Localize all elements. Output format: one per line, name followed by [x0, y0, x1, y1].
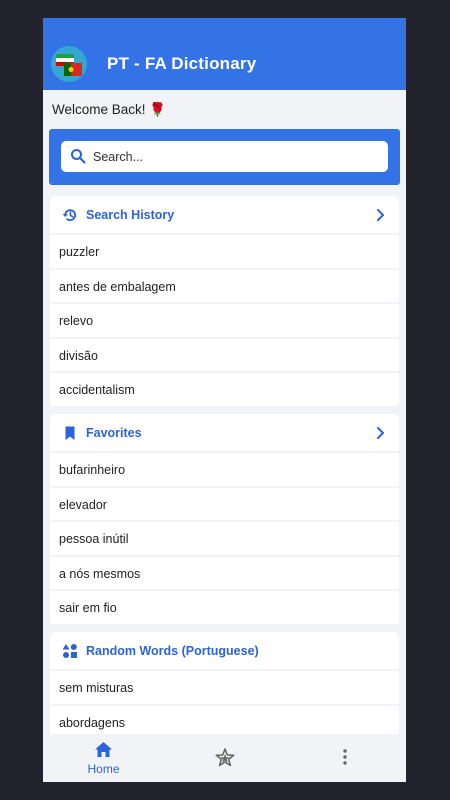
bottom-navigation: Home — [43, 734, 406, 782]
history-item[interactable]: divisão — [50, 338, 399, 371]
history-item[interactable]: puzzler — [50, 235, 399, 268]
chevron-right-icon[interactable] — [375, 426, 385, 440]
favorite-item[interactable]: a nós mesmos — [50, 556, 399, 589]
history-item[interactable]: antes de embalagem — [50, 269, 399, 302]
random-words-card: Random Words (Portuguese) sem misturas a… — [50, 632, 399, 740]
search-box[interactable] — [61, 141, 388, 172]
favorites-header[interactable]: Favorites — [50, 414, 399, 451]
chevron-right-icon[interactable] — [375, 208, 385, 222]
history-icon — [62, 209, 77, 222]
welcome-message: Welcome Back! 🌹 — [52, 102, 167, 117]
search-input[interactable] — [91, 145, 375, 169]
nav-home[interactable]: Home — [43, 734, 164, 782]
favorite-item[interactable]: sair em fio — [50, 591, 399, 624]
favorite-item[interactable]: elevador — [50, 487, 399, 520]
search-history-card: Search History puzzler antes de embalage… — [50, 196, 399, 408]
history-item[interactable]: accidentalism — [50, 373, 399, 406]
app-bar: PT - FA Dictionary — [43, 18, 406, 90]
nav-favorites[interactable] — [164, 734, 285, 782]
history-item[interactable]: relevo — [50, 304, 399, 337]
search-history-header[interactable]: Search History — [50, 196, 399, 233]
nav-more[interactable] — [285, 734, 406, 782]
app-screen: PT - FA Dictionary Welcome Back! 🌹 Searc… — [43, 18, 406, 782]
app-title: PT - FA Dictionary — [107, 54, 257, 73]
favorite-item[interactable]: bufarinheiro — [50, 453, 399, 486]
search-panel — [49, 129, 400, 185]
random-words-title: Random Words (Portuguese) — [86, 644, 259, 658]
app-logo-icon — [51, 46, 87, 82]
more-vertical-icon — [343, 749, 347, 765]
random-words-header: Random Words (Portuguese) — [50, 632, 399, 669]
shapes-icon — [62, 644, 77, 658]
search-icon — [71, 149, 86, 164]
favorites-card: Favorites bufarinheiro elevador pessoa i… — [50, 414, 399, 626]
stars-icon — [215, 748, 235, 767]
random-word-item[interactable]: sem misturas — [50, 671, 399, 704]
home-icon — [95, 742, 112, 757]
bookmark-icon — [65, 426, 75, 440]
favorites-title: Favorites — [86, 426, 142, 440]
search-history-title: Search History — [86, 208, 175, 222]
nav-home-label: Home — [87, 762, 120, 776]
favorite-item[interactable]: pessoa inútil — [50, 522, 399, 555]
